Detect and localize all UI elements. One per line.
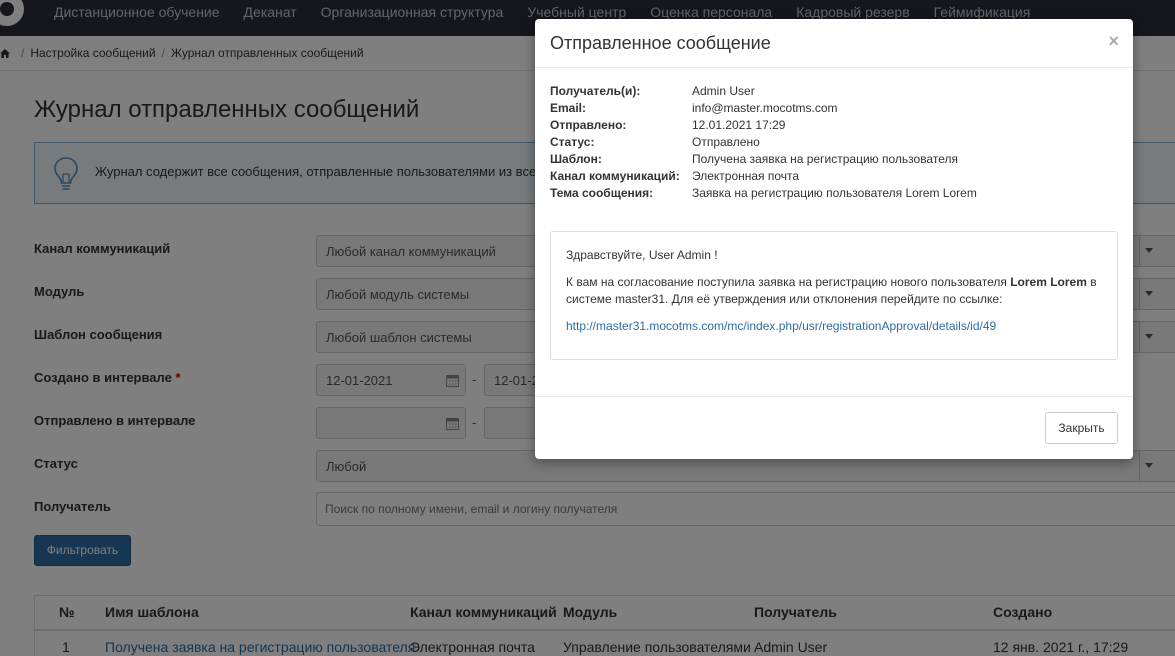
- field-value: Получена заявка на регистрацию пользоват…: [692, 152, 958, 166]
- field-value: Электронная почта: [692, 169, 800, 183]
- field-key: Статус:: [550, 135, 595, 149]
- field-key: Тема сообщения:: [550, 186, 654, 200]
- modal-header-divider: [535, 67, 1133, 68]
- field-value: Отправлено: [692, 135, 760, 149]
- message-body-text: К вам на согласование поступила заявка н…: [566, 275, 1011, 289]
- field-value: Admin User: [692, 84, 755, 98]
- modal-footer-divider: [535, 396, 1133, 397]
- modal-title: Отправленное сообщение: [550, 33, 771, 53]
- sent-message-modal: Отправленное сообщение × Получатель(и): …: [535, 19, 1133, 459]
- approval-link[interactable]: http://master31.mocotms.com/mc/index.php…: [566, 319, 996, 333]
- message-body: К вам на согласование поступила заявка н…: [566, 274, 1106, 308]
- field-key: Отправлено:: [550, 118, 627, 132]
- field-key: Получатель(и):: [550, 84, 641, 98]
- field-value: 12.01.2021 17:29: [692, 118, 786, 132]
- field-value: Заявка на регистрацию пользователя Lorem…: [692, 186, 977, 200]
- close-icon[interactable]: ×: [1108, 32, 1119, 50]
- message-body-bold: Lorem Lorem: [1010, 275, 1087, 289]
- message-preview: Здравствуйте, User Admin ! К вам на согл…: [550, 231, 1118, 360]
- close-button[interactable]: Закрыть: [1045, 412, 1118, 444]
- field-key: Email:: [550, 101, 587, 115]
- message-greeting: Здравствуйте, User Admin !: [566, 248, 718, 262]
- field-key: Шаблон:: [550, 152, 602, 166]
- field-key: Канал коммуникаций:: [550, 169, 680, 183]
- field-value: info@master.mocotms.com: [692, 101, 838, 115]
